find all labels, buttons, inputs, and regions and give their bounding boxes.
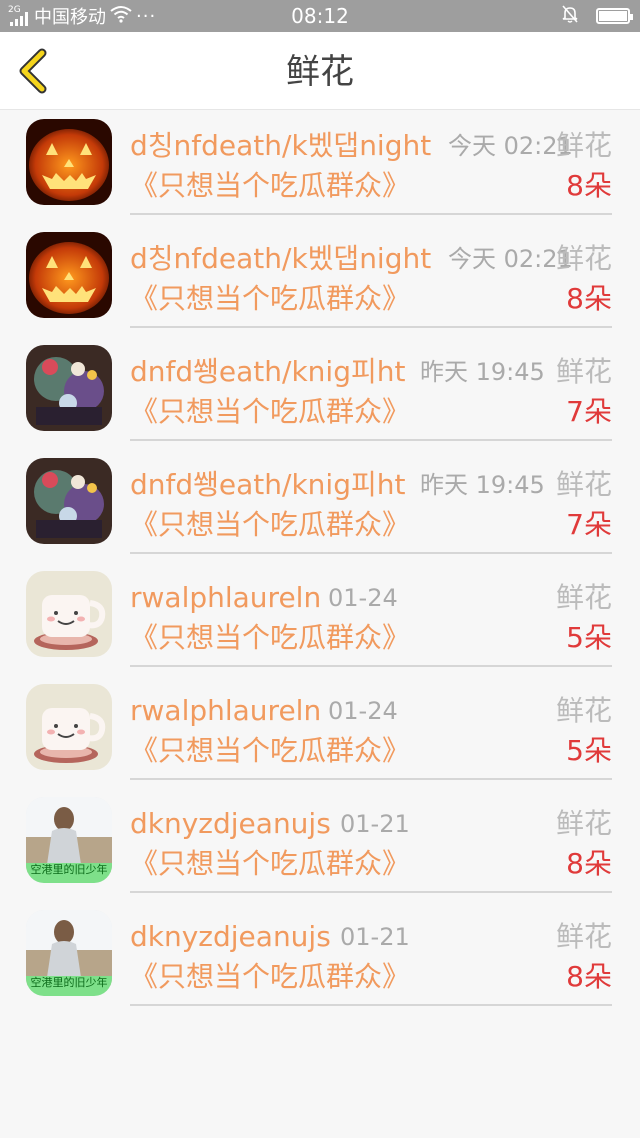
battery-icon [596, 8, 633, 24]
divider [130, 778, 612, 780]
gift-type: 鲜花 [555, 581, 612, 614]
timestamp: 01-21 [340, 810, 410, 838]
timestamp: 01-21 [340, 923, 410, 951]
divider [130, 439, 612, 441]
user-name: d칭nfdeath/k벴댑night [130, 242, 432, 275]
anime-avatar[interactable] [26, 345, 112, 431]
flower-count: 8朵 [566, 282, 612, 315]
nav-bar: 鲜花 [0, 32, 640, 110]
user-name: rwalphlaureln [130, 694, 322, 727]
status-bar: 2G 中国移动 ··· 08:12 [0, 0, 640, 32]
status-time: 08:12 [291, 4, 349, 28]
gift-type: 鲜花 [555, 807, 612, 840]
pumpkin-avatar[interactable] [26, 232, 112, 318]
list-item[interactable]: 空港里的旧少年 dknyzdjeanujs 01-21 鲜花 《只想当个吃瓜群众… [0, 788, 640, 901]
user-name: rwalphlaureln [130, 581, 322, 614]
flower-count: 5朵 [566, 621, 612, 654]
gift-type: 鲜花 [555, 468, 612, 501]
list-item[interactable]: rwalphlaureln 01-24 鲜花 《只想当个吃瓜群众》 5朵 [0, 562, 640, 675]
flower-count: 8朵 [566, 960, 612, 993]
divider [130, 1004, 612, 1006]
gift-type: 鲜花 [555, 920, 612, 953]
list-item[interactable]: d칭nfdeath/k벴댑night 今天 02:21 鲜花 《只想当个吃瓜群众… [0, 110, 640, 223]
timestamp: 01-24 [328, 697, 398, 725]
avatar-caption: 空港里的旧少年 [30, 863, 108, 876]
page-title: 鲜花 [286, 52, 354, 92]
user-name: dnfd쐥eath/knig피ht [130, 468, 406, 501]
girl-avatar[interactable]: 空港里的旧少年 [26, 910, 112, 996]
divider [130, 326, 612, 328]
group-name: 《只想当个吃瓜群众》 [130, 395, 411, 428]
group-name: 《只想当个吃瓜群众》 [130, 734, 411, 767]
list-item[interactable]: d칭nfdeath/k벴댑night 今天 02:21 鲜花 《只想当个吃瓜群众… [0, 223, 640, 336]
list-item[interactable]: dnfd쐥eath/knig피ht 昨天 19:45 鲜花 《只想当个吃瓜群众》… [0, 336, 640, 449]
status-right [560, 4, 633, 29]
divider [130, 891, 612, 893]
mute-bell-icon [560, 4, 580, 29]
divider [130, 213, 612, 215]
gift-type: 鲜花 [555, 242, 612, 275]
gift-type: 鲜花 [555, 355, 612, 388]
gift-type: 鲜花 [555, 129, 612, 162]
timestamp: 昨天 19:45 [420, 471, 545, 499]
user-name: dknyzdjeanujs [130, 920, 331, 953]
gift-type: 鲜花 [555, 694, 612, 727]
group-name: 《只想当个吃瓜群众》 [130, 960, 411, 993]
group-name: 《只想当个吃瓜群众》 [130, 169, 411, 202]
user-name: dknyzdjeanujs [130, 807, 331, 840]
group-name: 《只想当个吃瓜群众》 [130, 847, 411, 880]
anime-avatar[interactable] [26, 458, 112, 544]
group-name: 《只想当个吃瓜群众》 [130, 621, 411, 654]
timestamp: 今天 02:21 [448, 132, 573, 160]
girl-avatar[interactable]: 空港里的旧少年 [26, 797, 112, 883]
flower-count: 8朵 [566, 169, 612, 202]
flower-count: 5朵 [566, 734, 612, 767]
list-item[interactable]: dnfd쐥eath/knig피ht 昨天 19:45 鲜花 《只想当个吃瓜群众》… [0, 449, 640, 562]
divider [130, 552, 612, 554]
divider [130, 665, 612, 667]
flower-count: 7朵 [566, 395, 612, 428]
list-item[interactable]: rwalphlaureln 01-24 鲜花 《只想当个吃瓜群众》 5朵 [0, 675, 640, 788]
timestamp: 01-24 [328, 584, 398, 612]
user-name: dnfd쐥eath/knig피ht [130, 355, 406, 388]
list-item[interactable]: 空港里的旧少年 dknyzdjeanujs 01-21 鲜花 《只想当个吃瓜群众… [0, 901, 640, 1014]
avatar-caption: 空港里的旧少年 [30, 976, 108, 989]
group-name: 《只想当个吃瓜群众》 [130, 508, 411, 541]
user-name: d칭nfdeath/k벴댑night [130, 129, 432, 162]
timestamp: 今天 02:21 [448, 245, 573, 273]
group-name: 《只想当个吃瓜群众》 [130, 282, 411, 315]
cup-avatar[interactable] [26, 571, 112, 657]
flower-count: 7朵 [566, 508, 612, 541]
flower-list: d칭nfdeath/k벴댑night 今天 02:21 鲜花 《只想当个吃瓜群众… [0, 110, 640, 1014]
cup-avatar[interactable] [26, 684, 112, 770]
pumpkin-avatar[interactable] [26, 119, 112, 205]
timestamp: 昨天 19:45 [420, 358, 545, 386]
flower-count: 8朵 [566, 847, 612, 880]
